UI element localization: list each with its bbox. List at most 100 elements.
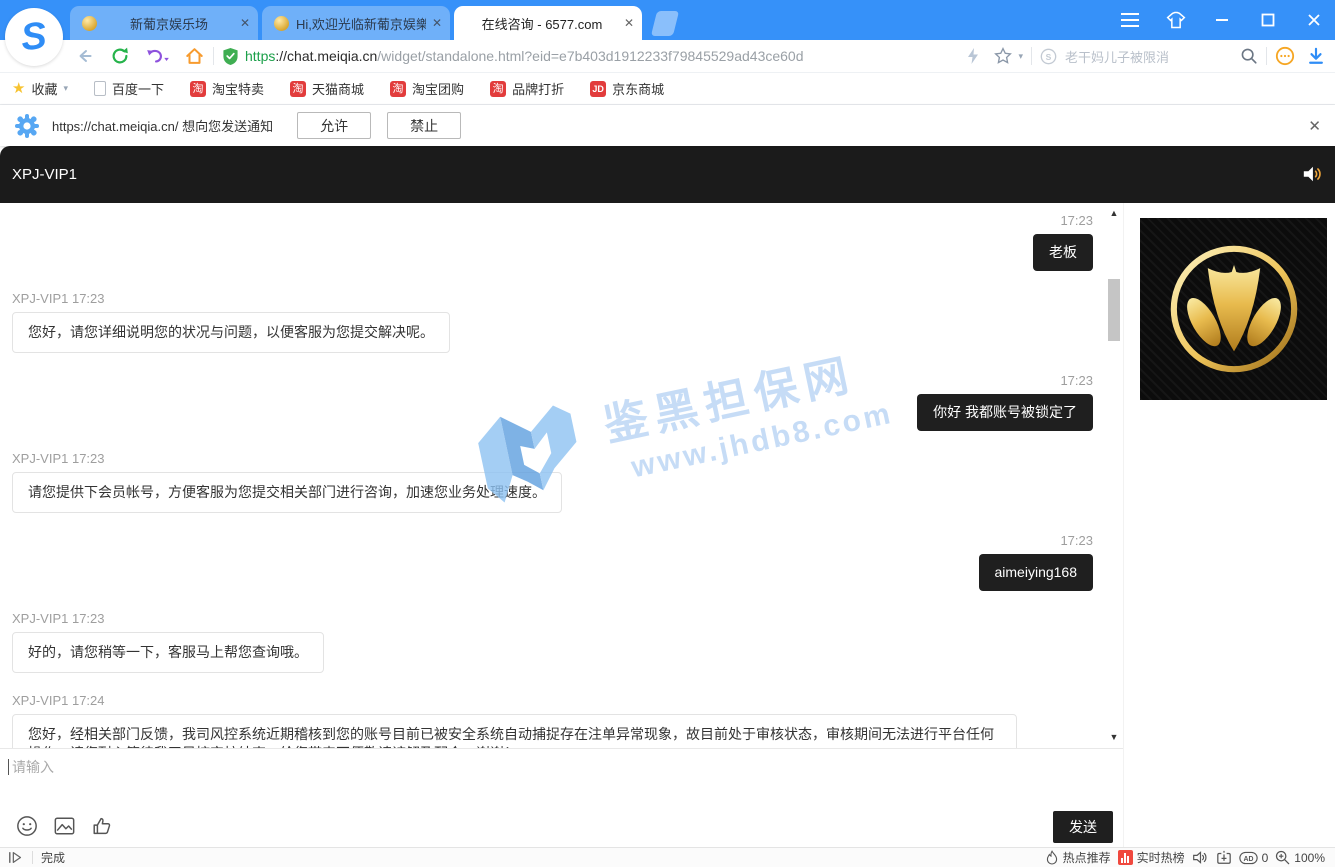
bookmark-item[interactable]: 淘品牌打折 (490, 79, 564, 98)
bookmark-item[interactable]: 淘天猫商城 (290, 79, 364, 98)
url-scheme: https (245, 48, 275, 64)
bookmark-label: 淘宝特卖 (212, 79, 264, 98)
image-upload-icon[interactable] (53, 815, 76, 837)
tao-icon: 淘 (290, 81, 306, 97)
jd-icon: JD (590, 81, 606, 97)
undo-icon[interactable] (144, 46, 170, 66)
emoji-icon[interactable] (16, 815, 38, 837)
browser-tab[interactable]: 新葡京娱乐场 ✕ (70, 6, 258, 40)
url-field[interactable]: https://chat.meiqia.cn/widget/standalone… (222, 47, 966, 66)
chat-message: 17:23 aimeiying168 (12, 532, 1093, 591)
bookmark-item[interactable]: JD 京东商城 (590, 79, 664, 98)
live-trending-item[interactable]: 实时热榜 (1118, 849, 1185, 866)
send-button[interactable]: 发送 (1053, 811, 1113, 843)
hot-recommend-item[interactable]: 热点推荐 (1045, 849, 1111, 866)
deny-button[interactable]: 禁止 (387, 112, 461, 139)
tab-favicon-icon (82, 16, 97, 31)
flash-icon[interactable] (966, 47, 980, 65)
live-trending-label: 实时热榜 (1137, 849, 1185, 866)
bookmark-item[interactable]: 淘淘宝特卖 (190, 79, 264, 98)
chat-message: XPJ-VIP1 17:23请您提供下会员帐号，方便客服为您提交相关部门进行咨询… (12, 450, 1093, 513)
zoom-level: 100% (1294, 851, 1325, 865)
gear-icon (14, 113, 40, 139)
browser-tab[interactable]: 在线咨询 - 6577.com ✕ (454, 6, 642, 40)
message-bubble: 老板 (1033, 234, 1093, 271)
search-icon[interactable] (1240, 47, 1258, 65)
scroll-up-icon[interactable]: ▲ (1107, 207, 1121, 219)
bookmark-label: 品牌打折 (512, 79, 564, 98)
bookmark-label: 淘宝团购 (412, 79, 464, 98)
chevron-down-icon: ▾ (63, 83, 68, 94)
zoom-item[interactable]: 100% (1275, 850, 1325, 865)
new-tab-button[interactable] (651, 11, 679, 36)
scroll-down-icon[interactable]: ▼ (1107, 731, 1121, 743)
url-path: /widget/standalone.html?eid=e7b403d19122… (377, 48, 803, 64)
maximize-icon[interactable] (1257, 9, 1279, 31)
tab-strip: 新葡京娱乐场 ✕ Hi,欢迎光临新葡京娱樂 ✕ 在线咨询 - 6577.com ✕ (70, 0, 646, 40)
secure-shield-icon[interactable] (222, 47, 239, 66)
chat-message: XPJ-VIP1 17:23好的，请您稍等一下，客服马上帮您查询哦。 (12, 610, 1093, 673)
message-list: 17:23老板XPJ-VIP1 17:23您好，请您详细说明您的状况与问题，以便… (0, 203, 1123, 748)
extensions-menu-icon[interactable] (1275, 46, 1295, 66)
chat-scrollbar[interactable]: ▲ ▼ (1107, 207, 1121, 743)
page-icon (94, 81, 106, 96)
star-caret-icon[interactable]: ▾ (1018, 51, 1023, 62)
thumbs-up-icon[interactable] (91, 815, 113, 837)
tao-icon: 淘 (490, 81, 506, 97)
hot-recommend-label: 热点推荐 (1063, 849, 1111, 866)
sound-speaker-icon[interactable] (1301, 164, 1323, 189)
download-icon[interactable] (1307, 47, 1325, 65)
browser-tab[interactable]: Hi,欢迎光临新葡京娱樂 ✕ (262, 6, 450, 40)
status-bar: 完成 热点推荐 实时热榜 AD 0 100% (0, 847, 1335, 867)
minimize-icon[interactable] (1211, 9, 1233, 31)
close-icon[interactable] (1303, 9, 1325, 31)
home-icon[interactable] (184, 46, 205, 66)
status-speaker-icon[interactable] (1192, 850, 1209, 865)
svg-text:S: S (1046, 51, 1052, 61)
status-right: 热点推荐 实时热榜 AD 0 100% (1045, 849, 1325, 866)
bookmarks-list: ★收藏▾百度一下淘淘宝特卖淘天猫商城淘淘宝团购淘品牌打折JD京东商城 (12, 79, 664, 98)
bookmarks-bar: ★收藏▾百度一下淘淘宝特卖淘天猫商城淘淘宝团购淘品牌打折JD京东商城 (0, 73, 1335, 105)
chat-input[interactable]: 请输入 (8, 757, 54, 777)
chat-input-area[interactable]: 请输入 发送 (0, 748, 1123, 847)
message-meta: 17:23 (12, 532, 1093, 549)
brand-logo-image (1140, 218, 1327, 400)
scrollbar-thumb[interactable] (1108, 279, 1120, 341)
tab-title: Hi,欢迎光临新葡京娱樂 (296, 14, 426, 33)
favorite-star-icon[interactable] (994, 47, 1012, 65)
tab-title: 新葡京娱乐场 (104, 14, 234, 33)
skin-tshirt-icon[interactable] (1165, 9, 1187, 31)
quick-search-box[interactable]: S 老干妈儿子被限消 (1040, 47, 1240, 66)
nav-icons (76, 46, 205, 66)
tab-title: 在线咨询 - 6577.com (466, 14, 618, 33)
message-meta: 17:23 (12, 212, 1093, 229)
notification-close-icon[interactable]: ✕ (1308, 117, 1321, 135)
chat-message: 17:23 老板 (12, 212, 1093, 271)
sidebar-play-icon[interactable] (8, 851, 24, 864)
url-host: ://chat.meiqia.cn (275, 48, 377, 64)
chat-header: XPJ-VIP1 (0, 146, 1335, 203)
bookmark-item[interactable]: 淘淘宝团购 (390, 79, 464, 98)
bookmark-label: 天猫商城 (312, 79, 364, 98)
refresh-icon[interactable] (110, 46, 130, 66)
tab-close-icon[interactable]: ✕ (240, 16, 250, 30)
chat-message-area: 17:23老板XPJ-VIP1 17:23您好，请您详细说明您的状况与问题，以便… (0, 203, 1123, 748)
chat-message: XPJ-VIP1 17:24您好，经相关部门反馈，我司风控系统近期稽核到您的账号… (12, 692, 1093, 748)
menu-icon[interactable] (1119, 9, 1141, 31)
allow-button[interactable]: 允许 (297, 112, 371, 139)
right-panel (1123, 203, 1335, 847)
back-icon[interactable] (76, 46, 96, 66)
bookmark-item[interactable]: 百度一下 (94, 79, 164, 98)
tab-close-icon[interactable]: ✕ (432, 16, 442, 30)
screenshot-icon[interactable] (1216, 850, 1232, 865)
bookmark-item[interactable]: ★收藏▾ (12, 79, 68, 98)
message-bubble: aimeiying168 (979, 554, 1094, 591)
message-meta: XPJ-VIP1 17:24 (12, 692, 1093, 709)
zoom-magnifier-icon (1275, 850, 1290, 865)
browser-logo[interactable]: S (5, 8, 63, 66)
tab-close-icon[interactable]: ✕ (624, 16, 634, 30)
ad-filter-item[interactable]: AD 0 (1239, 851, 1269, 865)
bookmark-label: 京东商城 (612, 79, 664, 98)
bookmark-label: 百度一下 (112, 79, 164, 98)
search-placeholder: 老干妈儿子被限消 (1065, 47, 1169, 66)
